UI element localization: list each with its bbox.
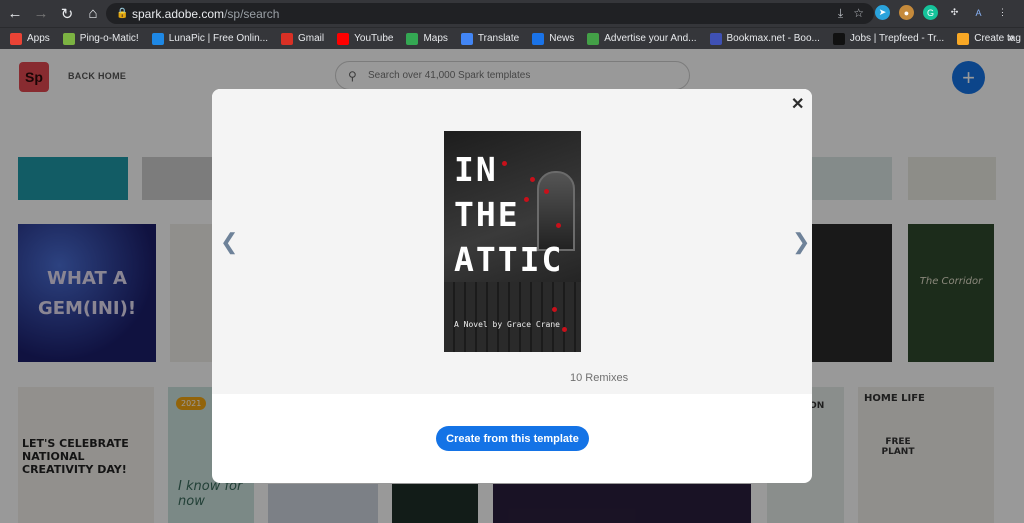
bookmark-label: Bookmax.net - Boo...	[726, 33, 820, 44]
bookmark-favicon-icon	[337, 32, 350, 45]
bookmark-label: Ping-o-Matic!	[79, 33, 139, 44]
bookmark-item[interactable]: Maps	[406, 32, 448, 45]
bookmark-favicon-icon	[10, 32, 22, 45]
template-preview-modal: ✕ ❮ ❯ IN THE ATTIC A Novel by Grace Cran…	[212, 89, 812, 483]
star-icon[interactable]: ☆	[853, 6, 864, 21]
bookmark-label: Maps	[423, 33, 448, 44]
bookmark-label: Apps	[27, 33, 50, 44]
url-text: spark.adobe.com/sp/search	[132, 6, 280, 21]
bookmarks-bar: Apps Ping-o-Matic! LunaPic | Free Onlin...…	[0, 27, 1024, 49]
prev-arrow-icon[interactable]: ❮	[220, 229, 238, 255]
bookmark-favicon-icon	[709, 32, 722, 45]
bookmark-label: Advertise your And...	[604, 33, 697, 44]
book-cover-preview: IN THE ATTIC A Novel by Grace Crane	[444, 131, 581, 352]
bookmark-favicon-icon	[832, 32, 845, 45]
bookmark-label: Jobs | Trepfeed - Tr...	[849, 33, 945, 44]
cover-title-line: THE	[454, 195, 520, 234]
cover-title-line: IN	[454, 150, 498, 189]
preview-area: ✕ ❮ ❯ IN THE ATTIC A Novel by Grace Cran…	[212, 89, 812, 394]
blood-dot	[552, 307, 557, 312]
home-icon[interactable]: ⌂	[82, 3, 104, 25]
extensions-icon[interactable]: ✣	[947, 5, 962, 20]
bookmark-favicon-icon	[62, 32, 75, 45]
lock-icon: 🔒	[116, 8, 129, 19]
bookmark-item[interactable]: LunaPic | Free Onlin...	[151, 32, 269, 45]
bookmark-favicon-icon	[587, 32, 600, 45]
bookmark-label: Create tag | Propell...	[974, 33, 1024, 44]
bookmark-label: Translate	[477, 33, 520, 44]
bookmark-favicon-icon	[957, 32, 970, 45]
bookmark-item[interactable]: News	[532, 32, 575, 45]
address-bar[interactable]: 🔒 spark.adobe.com/sp/search ⤓ ☆	[106, 3, 874, 24]
cover-title: IN THE ATTIC	[454, 147, 563, 282]
create-from-template-button[interactable]: Create from this template	[436, 426, 589, 451]
bookmark-item[interactable]: YouTube	[337, 32, 394, 45]
bookmark-item[interactable]: Ping-o-Matic!	[62, 32, 139, 45]
blood-dot	[562, 327, 567, 332]
bookmark-item[interactable]: Jobs | Trepfeed - Tr...	[832, 32, 945, 45]
telegram-icon[interactable]: ➤	[875, 5, 890, 20]
bookmark-item[interactable]: Translate	[460, 32, 520, 45]
bookmark-favicon-icon	[151, 32, 164, 45]
bookmark-label: LunaPic | Free Onlin...	[168, 33, 269, 44]
bookmarks-more[interactable]: »	[1008, 32, 1014, 44]
cover-floor	[444, 282, 581, 352]
bookmark-item[interactable]: Advertise your And...	[587, 32, 697, 45]
browser-toolbar: ← → ↻ ⌂ 🔒 spark.adobe.com/sp/search ⤓ ☆ …	[0, 0, 1024, 27]
bookmark-label: Gmail	[298, 33, 325, 44]
cover-title-line: ATTIC	[454, 240, 564, 279]
bookmark-item[interactable]: Gmail	[281, 32, 325, 45]
bookmark-favicon-icon	[460, 32, 473, 45]
bookmark-favicon-icon	[532, 32, 545, 45]
back-arrow-icon[interactable]: ←	[4, 3, 26, 25]
install-icon[interactable]: ⤓	[838, 6, 843, 21]
grammarly-icon[interactable]: G	[923, 5, 938, 20]
remix-count: 10 Remixes	[570, 372, 629, 384]
forward-arrow-icon[interactable]: →	[30, 3, 52, 25]
cookie-icon[interactable]: ●	[899, 5, 914, 20]
bookmark-item[interactable]: Bookmax.net - Boo...	[709, 32, 820, 45]
menu-icon[interactable]: ⋮	[995, 5, 1010, 20]
bookmark-item[interactable]: Apps	[10, 32, 50, 45]
close-icon[interactable]: ✕	[791, 94, 804, 114]
bookmark-label: News	[549, 33, 575, 44]
bookmark-favicon-icon	[406, 32, 419, 45]
profile-icon[interactable]: A	[971, 5, 986, 20]
bookmark-label: YouTube	[354, 33, 394, 44]
reload-icon[interactable]: ↻	[56, 3, 78, 25]
bookmark-favicon-icon	[281, 32, 294, 45]
next-arrow-icon[interactable]: ❯	[792, 229, 810, 255]
cover-author: A Novel by Grace Crane	[454, 320, 560, 329]
